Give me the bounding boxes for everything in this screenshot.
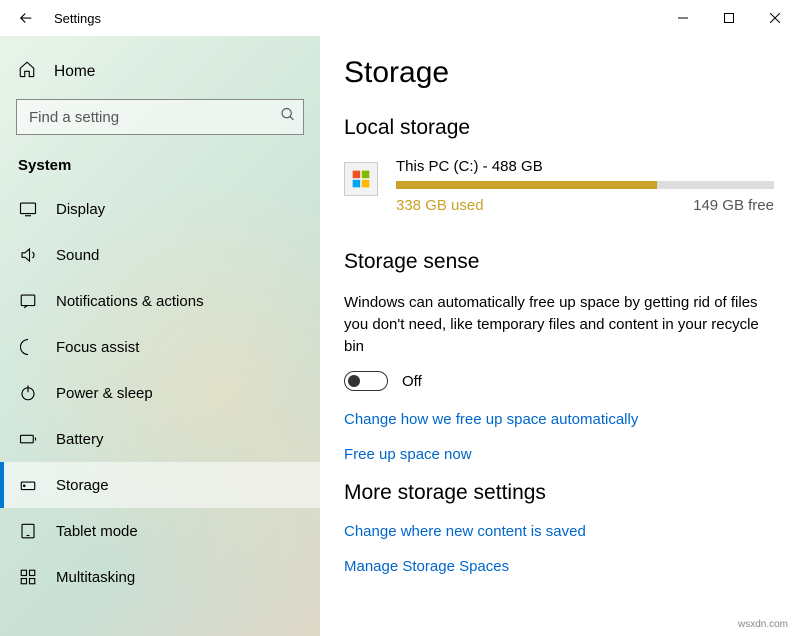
multitasking-icon (18, 567, 38, 587)
window-controls (660, 0, 798, 36)
sidebar-item-battery[interactable]: Battery (0, 416, 320, 462)
storage-sense-heading: Storage sense (344, 250, 774, 274)
sidebar-item-label: Display (56, 201, 105, 218)
drive-name: This PC (C:) - 488 GB (396, 158, 774, 175)
titlebar: Settings (0, 0, 798, 36)
sidebar-item-sound[interactable]: Sound (0, 232, 320, 278)
free-label: 149 GB free (693, 197, 774, 214)
close-button[interactable] (752, 0, 798, 36)
sidebar-item-power[interactable]: Power & sleep (0, 370, 320, 416)
home-button[interactable]: Home (0, 50, 320, 93)
storage-bar-fill (396, 181, 657, 189)
sidebar-item-focus[interactable]: Focus assist (0, 324, 320, 370)
search-icon (280, 107, 296, 128)
page-title: Storage (344, 56, 774, 90)
watermark: wsxdn.com (738, 619, 788, 630)
home-label: Home (54, 63, 95, 81)
storage-bar (396, 181, 774, 189)
sidebar-item-label: Sound (56, 247, 99, 264)
power-icon (18, 383, 38, 403)
toggle-state-label: Off (402, 373, 422, 390)
sidebar-item-multitasking[interactable]: Multitasking (0, 554, 320, 600)
link-free-up-now[interactable]: Free up space now (344, 446, 774, 463)
battery-icon (18, 429, 38, 449)
local-storage-heading: Local storage (344, 116, 774, 140)
notifications-icon (18, 291, 38, 311)
sidebar-item-tablet[interactable]: Tablet mode (0, 508, 320, 554)
window-title: Settings (54, 11, 101, 26)
storage-icon (18, 475, 38, 495)
display-icon (18, 199, 38, 219)
more-storage-heading: More storage settings (344, 481, 774, 505)
link-manage-spaces[interactable]: Manage Storage Spaces (344, 558, 774, 575)
link-change-free-space[interactable]: Change how we free up space automaticall… (344, 411, 774, 428)
sidebar-item-label: Notifications & actions (56, 293, 204, 310)
home-icon (18, 60, 36, 83)
link-change-save-location[interactable]: Change where new content is saved (344, 523, 774, 540)
drive-row[interactable]: This PC (C:) - 488 GB 338 GB used 149 GB… (344, 158, 774, 214)
storage-sense-toggle[interactable] (344, 371, 388, 391)
sidebar-item-storage[interactable]: Storage (0, 462, 320, 508)
minimize-button[interactable] (660, 0, 706, 36)
used-label: 338 GB used (396, 197, 484, 214)
sidebar-item-label: Power & sleep (56, 385, 153, 402)
sidebar-item-display[interactable]: Display (0, 186, 320, 232)
sidebar-item-label: Storage (56, 477, 109, 494)
sidebar-item-label: Battery (56, 431, 104, 448)
storage-sense-description: Windows can automatically free up space … (344, 292, 774, 357)
sidebar-item-label: Multitasking (56, 569, 135, 586)
focus-icon (18, 337, 38, 357)
content-area: Storage Local storage This PC (C:) - 488… (320, 36, 798, 636)
back-button[interactable] (12, 4, 40, 32)
drive-icon (344, 162, 378, 196)
maximize-button[interactable] (706, 0, 752, 36)
sidebar-item-label: Focus assist (56, 339, 139, 356)
search-input[interactable] (16, 99, 304, 135)
search-field[interactable] (16, 99, 304, 135)
sound-icon (18, 245, 38, 265)
sidebar-item-label: Tablet mode (56, 523, 138, 540)
sidebar-item-notifications[interactable]: Notifications & actions (0, 278, 320, 324)
section-system-label: System (0, 149, 320, 186)
sidebar: Home System Display Sound Notifications … (0, 36, 320, 636)
tablet-icon (18, 521, 38, 541)
